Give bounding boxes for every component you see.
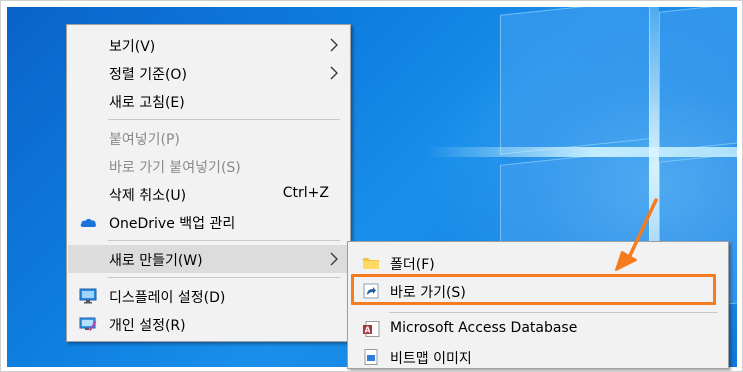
menu-separator [389,312,718,313]
menu-item-label: OneDrive 백업 관리 [109,216,236,232]
windows-logo-pane [659,7,737,152]
keyboard-shortcut: Ctrl+Z [282,185,329,201]
chevron-right-icon [330,38,338,52]
submenu-item-label: 폴더(F) [390,257,435,273]
menu-item-label: 붙여넣기(P) [109,132,180,148]
menu-item-personalize[interactable]: 개인 설정(R) [68,310,349,338]
submenu-item-label: 비트맵 이미지 [390,351,472,367]
menu-item-label: 새로 만들기(W) [109,253,203,269]
menu-item-undo-delete[interactable]: 삭제 취소(U) Ctrl+Z [68,180,349,208]
windows-logo-light-beam [427,147,737,157]
menu-item-paste-shortcut[interactable]: 바로 가기 붙여넣기(S) [68,152,349,180]
bitmap-image-icon [364,349,378,365]
access-database-icon: A [363,321,380,337]
menu-item-paste[interactable]: 붙여넣기(P) [68,124,349,152]
windows-logo-pane [500,7,650,155]
desktop-context-menu: 보기(V) 정렬 기준(O) 새로 고침(E) 붙여넣기(P) 바로 가기 붙여… [66,24,351,342]
svg-text:A: A [365,326,371,335]
new-submenu: 폴더(F) 바로 가기(S) A Microsoft Access Databa… [347,241,729,369]
chevron-right-icon [330,252,338,266]
menu-separator [108,277,340,278]
menu-item-label: 정렬 기준(O) [109,67,187,83]
onedrive-cloud-icon [80,218,96,227]
menu-item-label: 디스플레이 설정(D) [109,290,226,306]
menu-item-label: 새로 고침(E) [109,95,185,111]
submenu-item-label: Microsoft Access Database [390,320,578,336]
annotation-arrow-icon [615,198,658,271]
menu-item-label: 보기(V) [109,39,156,55]
menu-item-label: 삭제 취소(U) [109,188,187,204]
menu-separator [108,119,340,120]
folder-icon [363,258,379,269]
menu-item-view[interactable]: 보기(V) [68,31,349,59]
display-settings-icon [79,288,97,304]
chevron-right-icon [330,66,338,80]
menu-item-refresh[interactable]: 새로 고침(E) [68,87,349,115]
menu-item-sort-by[interactable]: 정렬 기준(O) [68,59,349,87]
menu-item-display-settings[interactable]: 디스플레이 설정(D) [68,282,349,310]
menu-item-onedrive-backup[interactable]: OneDrive 백업 관리 [68,208,349,236]
menu-item-new[interactable]: 새로 만들기(W) [68,245,349,273]
menu-separator [108,240,340,241]
submenu-item-access-database[interactable]: A Microsoft Access Database [349,314,727,342]
menu-item-label: 개인 설정(R) [109,318,186,334]
personalize-icon [79,317,97,331]
menu-item-label: 바로 가기 붙여넣기(S) [109,160,241,176]
submenu-item-bitmap-image[interactable]: 비트맵 이미지 [349,342,727,370]
screenshot-frame: 보기(V) 정렬 기준(O) 새로 고침(E) 붙여넣기(P) 바로 가기 붙여… [0,0,743,372]
